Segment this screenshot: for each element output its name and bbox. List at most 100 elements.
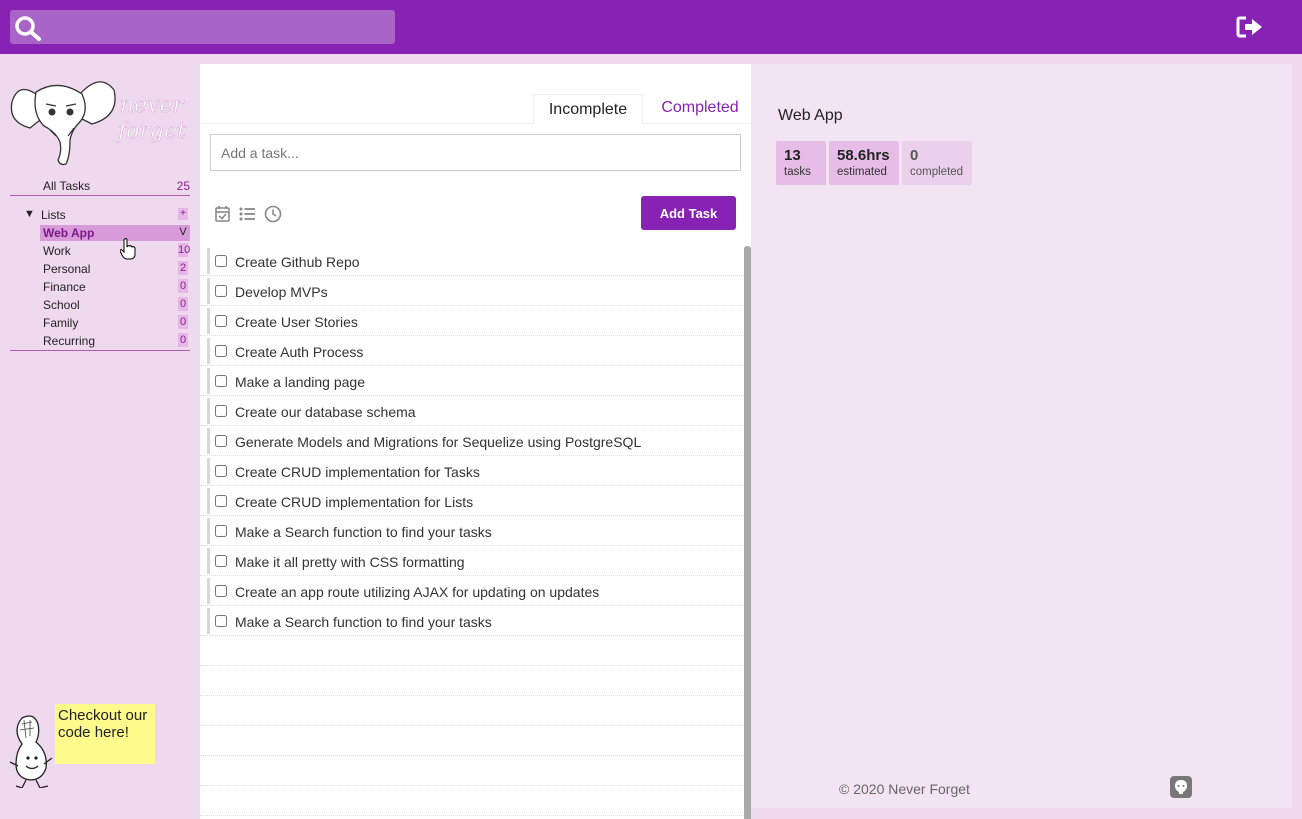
all-tasks-label: All Tasks [43, 179, 91, 193]
stat-value: 58.6hrs [837, 147, 890, 164]
peanut-mascot-icon[interactable] [8, 714, 58, 789]
task-priority-bar [207, 248, 210, 274]
add-task-input[interactable] [210, 134, 741, 171]
task-text: Generate Models and Migrations for Seque… [235, 434, 642, 450]
stat-tasks: 13 tasks [776, 141, 826, 185]
task-text: Develop MVPs [235, 284, 328, 300]
task-row[interactable]: Create Github Repo [200, 246, 744, 276]
footer-copyright: © 2020 Never Forget [839, 781, 970, 797]
sidebar-item-family[interactable]: Family 0 [10, 314, 190, 332]
tab-incomplete[interactable]: Incomplete [533, 94, 643, 125]
sidebar-item-web-app[interactable]: Web App V [10, 224, 190, 242]
task-checkbox[interactable] [215, 285, 227, 297]
calendar-check-icon[interactable] [214, 205, 232, 223]
empty-row [200, 636, 744, 666]
sidebar-item-recurring[interactable]: Recurring 0 [10, 332, 190, 350]
list-label: Finance [43, 280, 86, 294]
stat-label: estimated [837, 166, 887, 178]
search-icon[interactable] [14, 15, 42, 46]
task-checkbox[interactable] [215, 465, 227, 477]
task-checkbox[interactable] [215, 435, 227, 447]
stat-label: completed [910, 166, 964, 178]
task-text: Create CRUD implementation for Tasks [235, 464, 480, 480]
task-row[interactable]: Generate Models and Migrations for Seque… [200, 426, 744, 456]
add-task-button[interactable]: Add Task [641, 196, 736, 230]
lists-label: Lists [41, 208, 66, 222]
task-text: Create our database schema [235, 404, 416, 420]
task-priority-bar [207, 278, 210, 304]
task-priority-bar [207, 578, 210, 604]
list-label: School [43, 298, 80, 312]
list-icon[interactable] [238, 205, 256, 223]
logout-icon[interactable] [1236, 15, 1264, 39]
tab-completed[interactable]: Completed [650, 94, 750, 124]
task-text: Make a Search function to find your task… [235, 524, 492, 540]
task-list-scrollbar[interactable] [744, 246, 751, 819]
list-items: Web App V Work 10 Personal 2 Finance 0 S… [10, 224, 190, 351]
task-checkbox[interactable] [215, 615, 227, 627]
list-count: 10 [178, 243, 191, 257]
task-priority-bar [207, 338, 210, 364]
task-checkbox[interactable] [215, 525, 227, 537]
list-label: Web App [43, 226, 95, 240]
task-checkbox[interactable] [215, 345, 227, 357]
task-row[interactable]: Create User Stories [200, 306, 744, 336]
hand-cursor-icon [119, 238, 136, 265]
task-text: Make a Search function to find your task… [235, 614, 492, 630]
task-row[interactable]: Make a landing page [200, 366, 744, 396]
task-row[interactable]: Create CRUD implementation for Lists [200, 486, 744, 516]
stat-estimated: 58.6hrs estimated [829, 141, 899, 185]
search-box[interactable] [10, 10, 395, 44]
lists-header[interactable]: ▼ Lists + [10, 206, 190, 224]
empty-row [200, 756, 744, 786]
expand-triangle-icon[interactable]: ▼ [24, 208, 35, 220]
task-checkbox[interactable] [215, 585, 227, 597]
top-bar [0, 0, 1302, 54]
task-priority-bar [207, 488, 210, 514]
list-label: Personal [43, 262, 91, 276]
list-label: Family [43, 316, 79, 330]
details-title: Web App [778, 107, 843, 124]
list-label: Work [43, 244, 71, 258]
task-checkbox[interactable] [215, 315, 227, 327]
sidebar: never forget All Tasks 25 ▼ Lists + Web … [0, 54, 200, 819]
sidebar-item-work[interactable]: Work 10 [10, 242, 190, 260]
task-row[interactable]: Create an app route utilizing AJAX for u… [200, 576, 744, 606]
task-row[interactable]: Make a Search function to find your task… [200, 606, 744, 636]
task-checkbox[interactable] [215, 255, 227, 267]
task-tabs: Incomplete Completed [200, 94, 751, 125]
task-text: Create CRUD implementation for Lists [235, 494, 474, 510]
task-row[interactable]: Make it all pretty with CSS formatting [200, 546, 744, 576]
task-priority-bar [207, 548, 210, 574]
list-menu-toggle[interactable]: V [178, 225, 188, 239]
task-checkbox[interactable] [215, 495, 227, 507]
list-count: 0 [178, 279, 188, 293]
task-checkbox[interactable] [215, 405, 227, 417]
task-row[interactable]: Create CRUD implementation for Tasks [200, 456, 744, 486]
task-row[interactable]: Develop MVPs [200, 276, 744, 306]
list-details-panel: Web App 13 tasks 58.6hrs estimated 0 com… [751, 64, 1292, 808]
sidebar-item-personal[interactable]: Personal 2 [10, 260, 190, 278]
clock-icon[interactable] [264, 205, 282, 223]
sidebar-item-school[interactable]: School 0 [10, 296, 190, 314]
task-priority-bar [207, 518, 210, 544]
task-row[interactable]: Make a Search function to find your task… [200, 516, 744, 546]
empty-row [200, 786, 744, 816]
list-count: 0 [178, 333, 188, 347]
task-priority-bar [207, 398, 210, 424]
add-list-button[interactable]: + [178, 208, 188, 220]
task-panel: Incomplete Completed Add Task Create Git… [200, 64, 751, 819]
all-tasks-link[interactable]: All Tasks 25 [10, 178, 190, 196]
task-row[interactable]: Create our database schema [200, 396, 744, 426]
checkout-code-bubble[interactable]: Checkout our code here! [55, 704, 155, 764]
github-icon[interactable] [1170, 776, 1192, 798]
task-row[interactable]: Create Auth Process [200, 336, 744, 366]
sidebar-item-finance[interactable]: Finance 0 [10, 278, 190, 296]
task-checkbox[interactable] [215, 555, 227, 567]
never-forget-logo[interactable]: never forget [8, 72, 188, 168]
empty-row [200, 666, 744, 696]
task-checkbox[interactable] [215, 375, 227, 387]
search-input[interactable] [54, 10, 384, 44]
empty-row [200, 726, 744, 756]
task-text: Create Auth Process [235, 344, 364, 360]
